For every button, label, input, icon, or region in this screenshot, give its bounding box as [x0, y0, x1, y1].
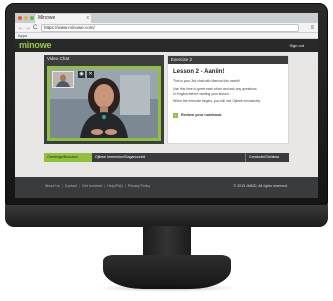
- forward-icon[interactable]: →: [25, 24, 31, 32]
- video-frame: ◉ ✕: [47, 66, 161, 141]
- lesson-title: Lesson 2 - Aaniin!: [173, 69, 225, 75]
- main-content: Video Chat ◉ ✕ Exercise 2 Lesson 2 - Aan…: [15, 52, 318, 198]
- monitor-chin: [5, 205, 328, 227]
- sign-out-link[interactable]: Sign out: [289, 43, 304, 48]
- footer-link-get-involved[interactable]: Get Involved: [82, 184, 102, 188]
- lesson-intro-line: This is your 3rd chat with Marcus this m…: [173, 79, 241, 83]
- progress-step-conclude[interactable]: Conclude/Gichitwa: [245, 153, 289, 162]
- footer-separator: |: [104, 184, 106, 188]
- browser-menu-icon[interactable]: ≡: [310, 24, 314, 32]
- progress-step-greetings[interactable]: Greetings/Boozhoo: [44, 153, 92, 162]
- monitor-screen: Minowe x ← → C https://www.minowe.com/ ≡…: [15, 13, 318, 198]
- footer-separator: |: [61, 184, 63, 188]
- footer-separator: |: [124, 184, 126, 188]
- browser-tab-title: Minowe: [38, 15, 56, 21]
- video-chat-panel: Video Chat ◉ ✕: [44, 55, 164, 144]
- footer-separator: |: [79, 184, 81, 188]
- bookmark-apps[interactable]: Apps: [18, 33, 27, 38]
- maximize-window-icon[interactable]: [30, 16, 34, 20]
- window-controls: [18, 16, 34, 20]
- lesson-instruction-line: in English before starting your lesson.: [173, 91, 230, 96]
- video-chat-title: Video Chat: [47, 56, 70, 61]
- review-notebook-icon[interactable]: +: [173, 113, 178, 118]
- stand-shadow: [95, 284, 239, 292]
- browser-tab-strip: Minowe x: [15, 13, 318, 23]
- exercise-panel: Exercise 2 Lesson 2 - Aaniin! This is yo…: [167, 55, 289, 144]
- review-notebook-link[interactable]: Review your notebook: [181, 113, 222, 118]
- camera-toggle-icon[interactable]: ◉: [78, 71, 85, 78]
- footer-link-privacy[interactable]: Privacy Policy: [128, 184, 150, 188]
- close-window-icon[interactable]: [18, 16, 22, 20]
- reload-icon[interactable]: C: [33, 24, 37, 32]
- video-feed[interactable]: ◉ ✕: [50, 69, 158, 138]
- footer-link-contact[interactable]: Contact: [65, 184, 77, 188]
- close-tab-icon[interactable]: x: [87, 14, 90, 23]
- back-icon[interactable]: ←: [18, 24, 24, 32]
- lesson-progress-bar: Greetings/Boozhoo Ojibwe Immersion/Gagan…: [44, 153, 289, 162]
- minimize-window-icon[interactable]: [24, 16, 28, 20]
- address-bar[interactable]: https://www.minowe.com/: [41, 24, 299, 32]
- exercise-panel-title: Exercise 2: [168, 56, 288, 64]
- footer-links: About Us | Contact | Get Involved | Help…: [45, 184, 150, 188]
- browser-tab[interactable]: Minowe x: [35, 14, 91, 23]
- progress-step-immersion[interactable]: Ojibwe Immersion/Gaganoonidi: [92, 153, 245, 162]
- site-logo[interactable]: minowe: [19, 40, 52, 50]
- site-footer: About Us | Contact | Get Involved | Help…: [15, 177, 318, 198]
- end-call-icon[interactable]: ✕: [87, 71, 94, 78]
- lesson-ojibwe-note: When the exercise begins, you will use O…: [173, 99, 261, 103]
- copyright-text: © 2015 JMMD, All rights reserved.: [233, 184, 288, 188]
- self-view-thumbnail[interactable]: [52, 71, 74, 88]
- footer-link-about[interactable]: About Us: [45, 184, 60, 188]
- footer-link-help[interactable]: Help/FAQ: [107, 184, 123, 188]
- self-view-image: [53, 72, 73, 87]
- monitor-stand-neck: [143, 226, 191, 256]
- browser-toolbar: ← → C https://www.minowe.com/ ≡: [15, 23, 318, 33]
- site-header: minowe Sign out: [15, 39, 318, 52]
